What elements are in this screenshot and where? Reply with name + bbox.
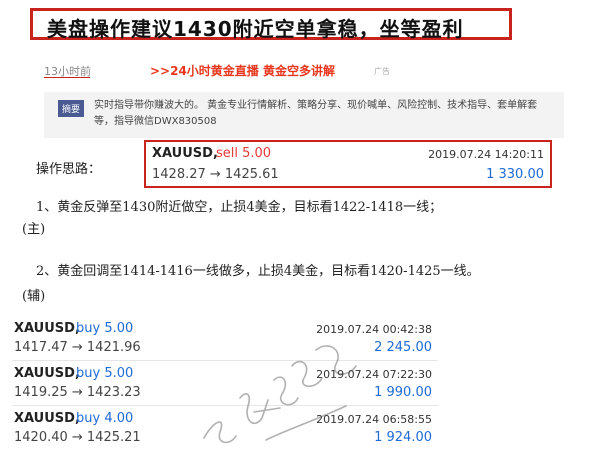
trade-side: buy 5.00 bbox=[76, 366, 134, 381]
trade-prices: 1419.25 → 1423.23 bbox=[14, 385, 141, 400]
ad-tag: 广告 bbox=[374, 67, 390, 76]
trade-profit: 1 924.00 bbox=[374, 430, 432, 445]
trade-symbol: XAUUSD, bbox=[152, 146, 218, 161]
trade-symbol: XAUUSD, bbox=[14, 321, 80, 336]
strategy-item-2-tag: (辅) bbox=[22, 289, 46, 304]
trade-datetime: 2019.07.24 14:20:11 bbox=[428, 148, 544, 161]
trade-symbol: XAUUSD, bbox=[14, 411, 80, 426]
trade-prices: 1420.40 → 1425.21 bbox=[14, 430, 141, 445]
trade-side: buy 4.00 bbox=[76, 411, 134, 426]
time-underline bbox=[44, 77, 90, 78]
strategy-item-1-tag: (主) bbox=[22, 222, 46, 237]
trade-side: buy 5.00 bbox=[76, 321, 134, 336]
headline-title: 美盘操作建议1430附近空单拿稳，坐等盈利 bbox=[47, 17, 464, 41]
strategy-title: 操作思路： bbox=[36, 162, 102, 177]
summary-badge: 摘要 bbox=[58, 100, 85, 117]
trade-side: sell 5.00 bbox=[216, 146, 272, 161]
trade-profit: 1 990.00 bbox=[374, 385, 432, 400]
trade-profit: 2 245.00 bbox=[374, 340, 432, 355]
main-trade-card: XAUUSD, sell 5.00 2019.07.24 14:20:11 14… bbox=[144, 140, 552, 188]
signature-watermark bbox=[203, 345, 357, 444]
trade-prices: 1417.47 → 1421.96 bbox=[14, 340, 141, 355]
trade-prices: 1428.27 → 1425.61 bbox=[152, 167, 279, 182]
headline-box: 美盘操作建议1430附近空单拿稳，坐等盈利 bbox=[30, 8, 512, 41]
strategy-item-2: 2、黄金回调至1414-1416一线做多，止损4美金，目标看1420-1425一… bbox=[36, 264, 480, 279]
trade-profit: 1 330.00 bbox=[486, 167, 544, 182]
strategy-item-1: 1、黄金反弹至1430附近做空，止损4美金，目标看1422-1418一线； bbox=[36, 200, 443, 215]
promo-link[interactable]: >>24小时黄金直播 黄金空多讲解 bbox=[150, 62, 335, 79]
trade-symbol: XAUUSD, bbox=[14, 366, 80, 381]
summary-text: 实时指导带你赚波大的。 黄金专业行情解析、策略分享、现价喊单、风险控制、技术指导… bbox=[94, 100, 538, 127]
